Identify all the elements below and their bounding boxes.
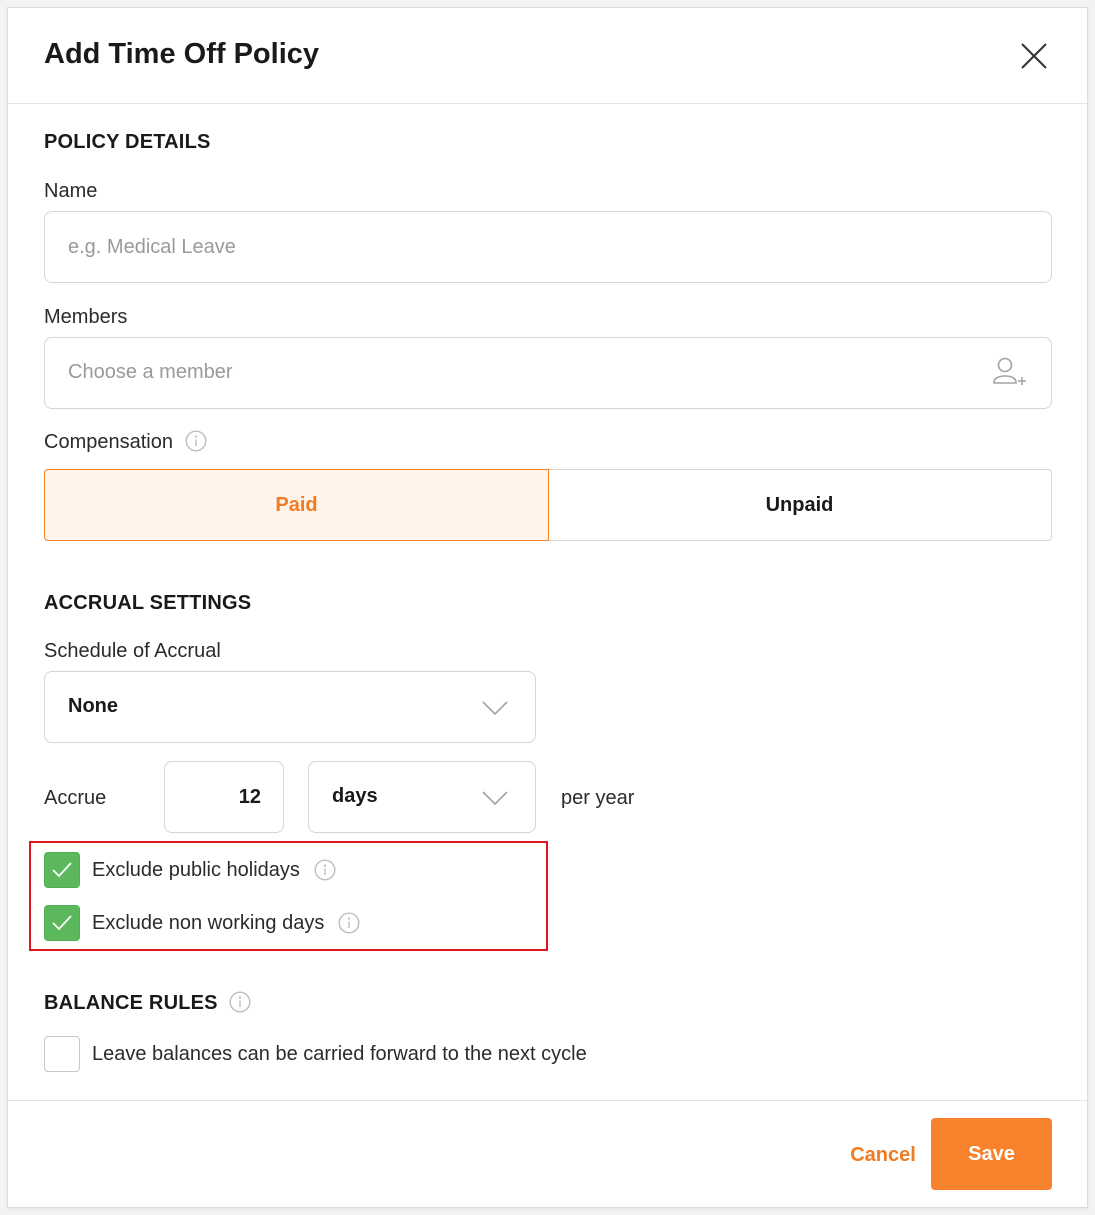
exclude-public-holidays-row: Exclude public holidays: [44, 852, 336, 888]
accrue-amount-input[interactable]: [164, 761, 284, 833]
accrue-label: Accrue: [44, 787, 107, 809]
balance-rules-heading: BALANCE RULES: [44, 991, 251, 1015]
exclude-public-holidays-label: Exclude public holidays: [92, 858, 300, 881]
compensation-label: Compensation: [44, 430, 207, 454]
exclude-non-working-days-label: Exclude non working days: [92, 911, 325, 934]
checkmark-icon: [52, 915, 72, 931]
members-select[interactable]: Choose a member: [44, 337, 1052, 409]
cancel-button[interactable]: Cancel: [828, 1128, 938, 1182]
accrue-unit-select[interactable]: days: [308, 761, 536, 833]
exclude-public-holidays-checkbox[interactable]: [44, 852, 80, 888]
exclude-non-working-days-row: Exclude non working days: [44, 905, 360, 941]
save-button[interactable]: Save: [931, 1118, 1052, 1190]
dialog-title: Add Time Off Policy: [44, 38, 320, 70]
accrual-settings-heading: ACCRUAL SETTINGS: [44, 592, 252, 614]
carry-forward-row: Leave balances can be carried forward to…: [44, 1036, 587, 1072]
policy-details-heading: POLICY DETAILS: [44, 131, 211, 153]
compensation-unpaid-option[interactable]: Unpaid: [548, 469, 1052, 541]
schedule-label: Schedule of Accrual: [44, 640, 221, 662]
checkmark-icon: [52, 862, 72, 878]
members-label: Members: [44, 306, 128, 328]
per-year-label: per year: [561, 787, 635, 809]
close-button[interactable]: [1018, 40, 1050, 72]
info-icon[interactable]: [314, 859, 336, 881]
compensation-paid-option[interactable]: Paid: [44, 469, 549, 541]
add-time-off-policy-dialog: Add Time Off Policy POLICY DETAILS Name …: [7, 7, 1088, 1208]
carry-forward-checkbox[interactable]: [44, 1036, 80, 1072]
exclude-non-working-days-checkbox[interactable]: [44, 905, 80, 941]
accrue-unit-value: days: [332, 785, 378, 807]
name-input[interactable]: [44, 211, 1052, 283]
info-icon[interactable]: [338, 912, 360, 934]
dialog-header: Add Time Off Policy: [8, 8, 1087, 104]
compensation-label-text: Compensation: [44, 431, 173, 453]
schedule-value: None: [68, 695, 118, 717]
info-icon[interactable]: [229, 991, 251, 1013]
schedule-of-accrual-select[interactable]: None: [44, 671, 536, 743]
info-icon[interactable]: [185, 430, 207, 452]
dialog-footer: Cancel Save: [8, 1100, 1087, 1208]
close-icon: [1021, 43, 1047, 69]
add-user-icon: [993, 357, 1026, 385]
chevron-down-icon: [482, 791, 508, 806]
name-label: Name: [44, 180, 98, 202]
balance-rules-heading-text: BALANCE RULES: [44, 992, 218, 1014]
chevron-down-icon: [482, 701, 508, 716]
members-placeholder: Choose a member: [68, 361, 233, 383]
carry-forward-label: Leave balances can be carried forward to…: [92, 1042, 587, 1065]
